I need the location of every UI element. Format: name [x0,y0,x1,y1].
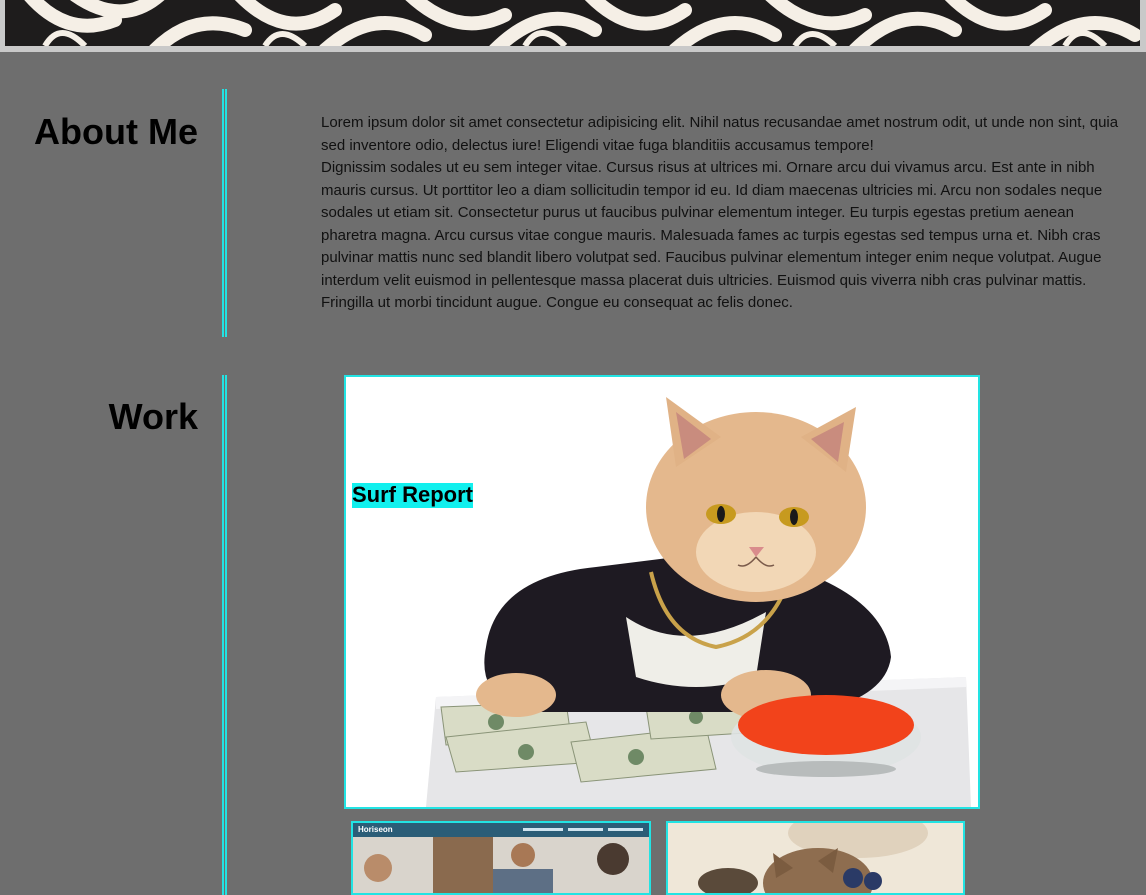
project-thumbnail-cat-sunglasses[interactable] [666,821,965,895]
cat-with-money-image [426,397,971,807]
horiseon-screenshot-image [353,823,649,893]
about-divider [222,89,227,337]
banner-pattern [5,0,1140,46]
featured-project-card[interactable]: Surf Report [344,375,980,809]
project-title-label[interactable]: Surf Report [352,483,473,508]
header-banner [0,0,1146,52]
work-divider [222,375,227,895]
decorative-pattern-graphic [24,0,1140,46]
work-heading: Work [108,396,198,437]
cat-sunglasses-image [668,823,963,893]
about-paragraph-1: Lorem ipsum dolor sit amet consectetur a… [321,114,1119,154]
about-paragraph-2: Dignissim sodales ut eu sem integer vita… [321,159,1103,311]
project-thumbnail-horiseon[interactable]: Horiseon [351,821,651,895]
about-heading: About Me [34,111,198,152]
about-body: Lorem ipsum dolor sit amet consectetur a… [321,112,1121,315]
horiseon-brand-text: Horiseon [358,825,393,834]
